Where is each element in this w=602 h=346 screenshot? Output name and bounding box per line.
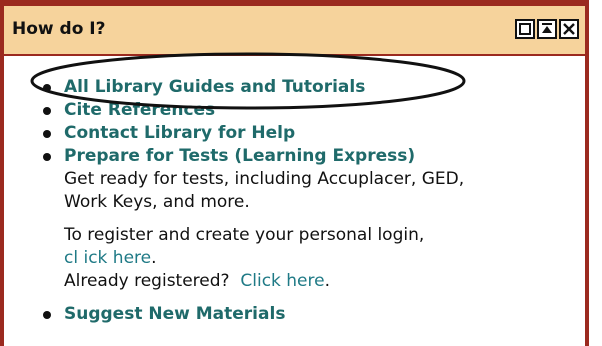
how-do-i-panel: How do I? All Library Guides and Tutoria… — [0, 0, 589, 346]
collapse-icon[interactable] — [537, 19, 557, 39]
prepare-for-tests-link[interactable]: Prepare for Tests (Learning Express) — [64, 146, 415, 166]
already-registered-text: Already registered? — [64, 271, 241, 291]
register-click-here-link[interactable]: cl ick here — [64, 248, 151, 268]
bullet-icon — [43, 107, 51, 115]
bullet-icon — [43, 84, 51, 92]
tests-description-line2: Work Keys, and more. — [64, 192, 250, 212]
maximize-icon[interactable] — [515, 19, 535, 39]
bullet-icon — [43, 311, 51, 319]
cite-references-link[interactable]: Cite References — [64, 99, 215, 115]
bullet-icon — [43, 153, 51, 161]
already-registered-line: Already registered? Click here. — [64, 270, 464, 293]
list-item: All Library Guides and Tutorials — [43, 76, 464, 99]
list-item: Prepare for Tests (Learning Express) Get… — [43, 145, 465, 303]
list-item: Contact Library for Help — [43, 122, 464, 145]
panel-window-controls — [513, 19, 579, 39]
suggest-new-materials-link[interactable]: Suggest New Materials — [64, 304, 285, 324]
panel-header: How do I? — [4, 6, 585, 56]
contact-library-link[interactable]: Contact Library for Help — [64, 123, 295, 143]
register-line: cl ick here. — [64, 247, 464, 270]
bullet-icon — [43, 130, 51, 138]
help-link-list: All Library Guides and Tutorials Cite Re… — [43, 76, 465, 326]
all-library-guides-link[interactable]: All Library Guides and Tutorials — [64, 77, 365, 97]
close-icon[interactable] — [559, 19, 579, 39]
panel-title: How do I? — [12, 19, 106, 39]
list-item: Cite References — [43, 99, 464, 122]
panel-content: All Library Guides and Tutorials Cite Re… — [4, 56, 585, 346]
register-link-suffix: . — [151, 248, 157, 268]
login-link-suffix: . — [324, 271, 331, 291]
login-click-here-link[interactable]: Click here — [240, 271, 324, 291]
tests-description-line1: Get ready for tests, including Accuplace… — [64, 169, 465, 189]
register-instruction: To register and create your personal log… — [64, 225, 425, 245]
list-item: Suggest New Materials — [43, 303, 464, 326]
